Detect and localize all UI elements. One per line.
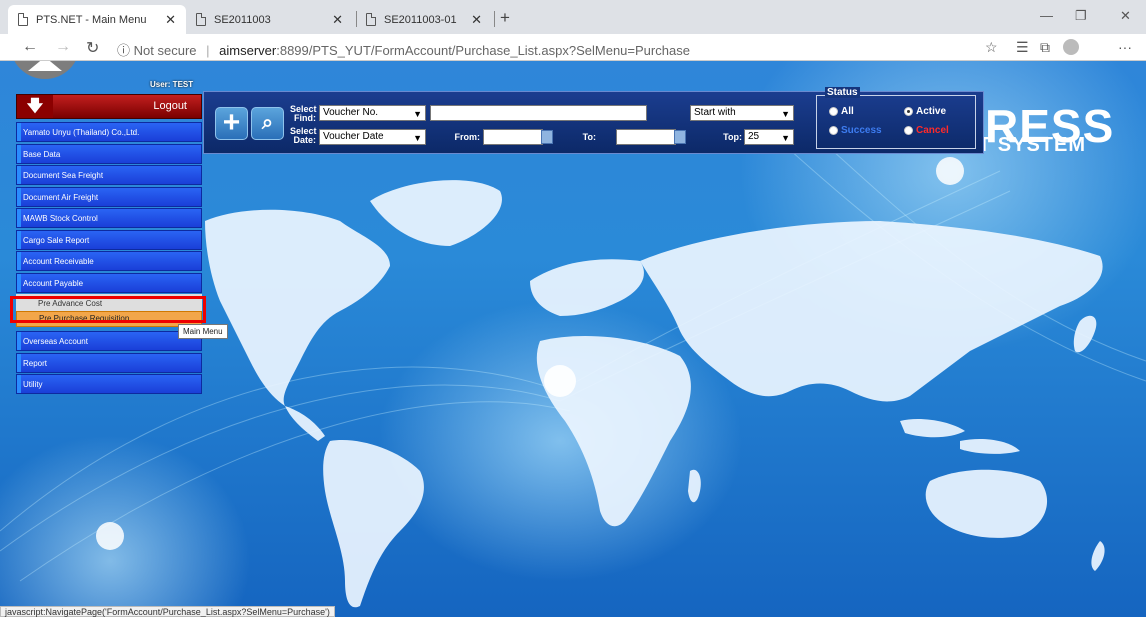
select-find-label: Select Find: (290, 104, 317, 123)
browser-status-url: javascript:NavigatePage('FormAccount/Pur… (0, 606, 335, 617)
status-filter-group: Status All Active Success Cancel (816, 87, 976, 149)
brand-subtitle: T SYSTEM (978, 134, 1087, 156)
page-content: RESS T SYSTEM User: TEST 🡇 Logout Yamato… (0, 61, 1146, 617)
menu-item-cargo-sale-report[interactable]: Cargo Sale Report (16, 229, 202, 250)
browser-tab-bar: PTS.NET - Main Menu ✕ SE2011003 ✕ SE2011… (0, 0, 1146, 34)
status-active-label: Active (916, 106, 947, 117)
top-label: Top: (723, 132, 742, 142)
logout-label: Logout (153, 100, 187, 112)
browser-tab-se2011003[interactable]: SE2011003 ✕ (186, 5, 353, 34)
url-field[interactable]: ⓘ Not secure | aimserver:8899/PTS_YUT/Fo… (117, 40, 690, 59)
to-label: To: (582, 132, 596, 142)
search-panel: + ⌕ Select Find: Voucher No. ▼ Start wit… (203, 87, 984, 154)
url-path: :8899/PTS_YUT/FormAccount/Purchase_List.… (276, 43, 690, 58)
menu-item-company[interactable]: Yamato Unyu (Thailand) Co.,Ltd. (16, 122, 202, 142)
current-user-label: User: TEST (150, 80, 194, 89)
menu-item-overseas-account[interactable]: Overseas Account (16, 331, 202, 351)
status-success-label: Success (841, 125, 882, 136)
restore-icon[interactable]: ❐ (1075, 8, 1087, 24)
highlight-annotation-box (10, 296, 206, 323)
forward-icon[interactable]: → (55, 38, 71, 56)
date-field-value: Voucher Date (323, 131, 384, 142)
calendar-icon[interactable] (674, 130, 686, 144)
top-count-value: 25 (748, 131, 760, 142)
down-arrow-icon[interactable]: 🡇 (17, 95, 53, 118)
browser-address-bar: ← → ↻ ⓘ Not secure | aimserver:8899/PTS_… (0, 34, 1146, 61)
chevron-down-icon: ▼ (413, 109, 422, 119)
browser-tab-se2011003-01[interactable]: SE2011003-01 ✕ (356, 5, 492, 34)
to-date-input[interactable] (616, 129, 676, 145)
chevron-down-icon: ▼ (781, 109, 790, 119)
menu-item-document-air-freight[interactable]: Document Air Freight (16, 186, 202, 207)
tab-title: SE2011003 (214, 13, 271, 26)
match-mode-value: Start with (694, 107, 736, 118)
status-active-radio[interactable]: Active (904, 106, 946, 117)
status-all-label: All (841, 106, 854, 117)
info-icon: ⓘ (117, 43, 131, 58)
favorites-list-icon[interactable]: ☰ (1016, 39, 1029, 56)
menu-item-document-sea-freight[interactable]: Document Sea Freight (16, 165, 202, 185)
close-window-icon[interactable]: ✕ (1120, 8, 1131, 24)
radio-dot (829, 107, 838, 116)
tab-title: SE2011003-01 (384, 13, 457, 26)
refresh-icon[interactable]: ↻ (86, 38, 99, 58)
date-field-select[interactable]: Voucher Date ▼ (319, 129, 426, 145)
browser-tab-main-menu[interactable]: PTS.NET - Main Menu ✕ (8, 5, 186, 34)
tooltip: Main Menu (178, 324, 228, 339)
find-field-value: Voucher No. (323, 107, 379, 118)
status-cancel-radio[interactable]: Cancel (904, 125, 949, 136)
status-all-radio[interactable]: All (829, 106, 854, 117)
find-text-input[interactable] (430, 105, 647, 121)
radio-dot (829, 126, 838, 135)
status-title: Status (825, 87, 860, 98)
security-label: Not secure (133, 43, 197, 58)
close-tab-icon[interactable]: ✕ (165, 12, 176, 28)
chevron-down-icon: ▼ (413, 133, 422, 143)
match-mode-select[interactable]: Start with ▼ (690, 105, 794, 121)
back-icon[interactable]: ← (22, 38, 38, 56)
menu-item-report[interactable]: Report (16, 352, 202, 373)
tab-title: PTS.NET - Main Menu (36, 13, 147, 26)
menu-item-base-data[interactable]: Base Data (16, 143, 202, 164)
menu-item-account-receivable[interactable]: Account Receivable (16, 251, 202, 271)
minimize-icon[interactable]: — (1040, 8, 1053, 23)
calendar-icon[interactable] (541, 130, 553, 144)
more-options-icon[interactable]: ··· (1118, 39, 1132, 55)
menu-item-account-payable[interactable]: Account Payable (16, 272, 202, 293)
tab-separator (494, 11, 495, 27)
status-success-radio[interactable]: Success (829, 125, 882, 136)
url-divider: | (206, 43, 210, 58)
status-cancel-label: Cancel (916, 125, 949, 136)
collections-icon[interactable]: ⧉ (1040, 39, 1050, 56)
menu-item-utility[interactable]: Utility (16, 374, 202, 394)
radio-dot (904, 126, 913, 135)
logout-button[interactable]: 🡇 Logout (16, 94, 202, 119)
from-label: From: (454, 132, 481, 142)
document-icon (18, 13, 28, 26)
radio-dot-selected (904, 107, 913, 116)
from-date-input[interactable] (483, 129, 543, 145)
app-window: PTS.NET - Main Menu ✕ SE2011003 ✕ SE2011… (0, 0, 1146, 617)
close-tab-icon[interactable]: ✕ (471, 12, 482, 28)
top-count-select[interactable]: 25 ▼ (744, 129, 794, 145)
url-host: aimserver (219, 43, 277, 58)
search-button[interactable]: ⌕ (251, 107, 284, 140)
close-tab-icon[interactable]: ✕ (332, 12, 343, 28)
document-icon (366, 13, 376, 26)
favorite-star-icon[interactable]: ☆ (985, 39, 998, 56)
menu-item-mawb-stock-control[interactable]: MAWB Stock Control (16, 208, 202, 228)
chevron-down-icon: ▼ (781, 133, 790, 143)
profile-avatar[interactable] (1063, 39, 1079, 55)
main-menu: Yamato Unyu (Thailand) Co.,Ltd. Base Dat… (16, 122, 202, 396)
document-icon (196, 13, 206, 26)
select-date-label: Select Date: (290, 126, 317, 145)
find-field-select[interactable]: Voucher No. ▼ (319, 105, 426, 121)
add-button[interactable]: + (215, 107, 248, 140)
new-tab-icon[interactable]: + (500, 8, 510, 28)
